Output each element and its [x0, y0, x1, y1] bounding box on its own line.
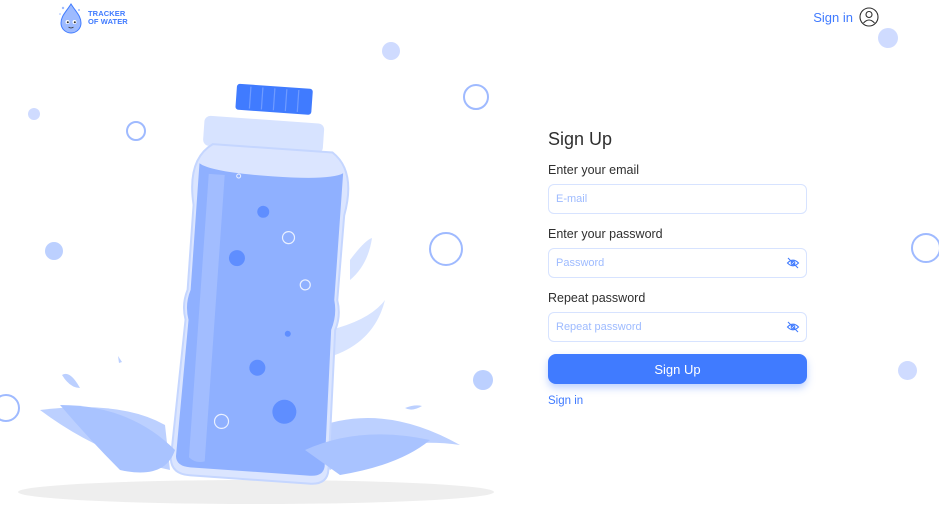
password-field[interactable]: [548, 248, 807, 278]
bubble: [382, 42, 400, 60]
page-title: Sign Up: [548, 129, 613, 149]
repeat-password-field-wrap: [548, 312, 807, 342]
eye-slash-icon[interactable]: [786, 256, 800, 270]
email-field-wrap: [548, 184, 807, 214]
repeat-password-label: Repeat password: [548, 291, 646, 305]
email-label: Enter your email: [548, 163, 640, 177]
signup-button[interactable]: Sign Up: [548, 354, 807, 384]
signin-link[interactable]: Sign in: [548, 395, 583, 407]
logo-text: TRACKER OF WATER: [88, 10, 128, 26]
bubble: [911, 233, 939, 263]
header-signin-button[interactable]: Sign in: [813, 7, 879, 27]
water-bottle-illustration: [18, 83, 494, 504]
signup-form: Sign Up Enter your email Enter your pass…: [548, 128, 807, 409]
logo-text-line2: OF WATER: [88, 17, 128, 26]
user-circle-icon: [859, 7, 879, 27]
logo[interactable]: TRACKER OF WATER: [56, 2, 128, 34]
repeat-password-field[interactable]: [548, 312, 807, 342]
eye-slash-icon[interactable]: [786, 320, 800, 334]
password-label: Enter your password: [548, 227, 663, 241]
bubble: [898, 361, 917, 380]
signup-page: TRACKER OF WATER Sign in Sign Up Enter y…: [0, 0, 939, 516]
password-field-wrap: [548, 248, 807, 278]
email-field[interactable]: [548, 184, 807, 214]
water-drop-mascot-icon: [59, 3, 82, 34]
header-signin-label: Sign in: [813, 9, 853, 25]
bubble: [878, 28, 898, 48]
